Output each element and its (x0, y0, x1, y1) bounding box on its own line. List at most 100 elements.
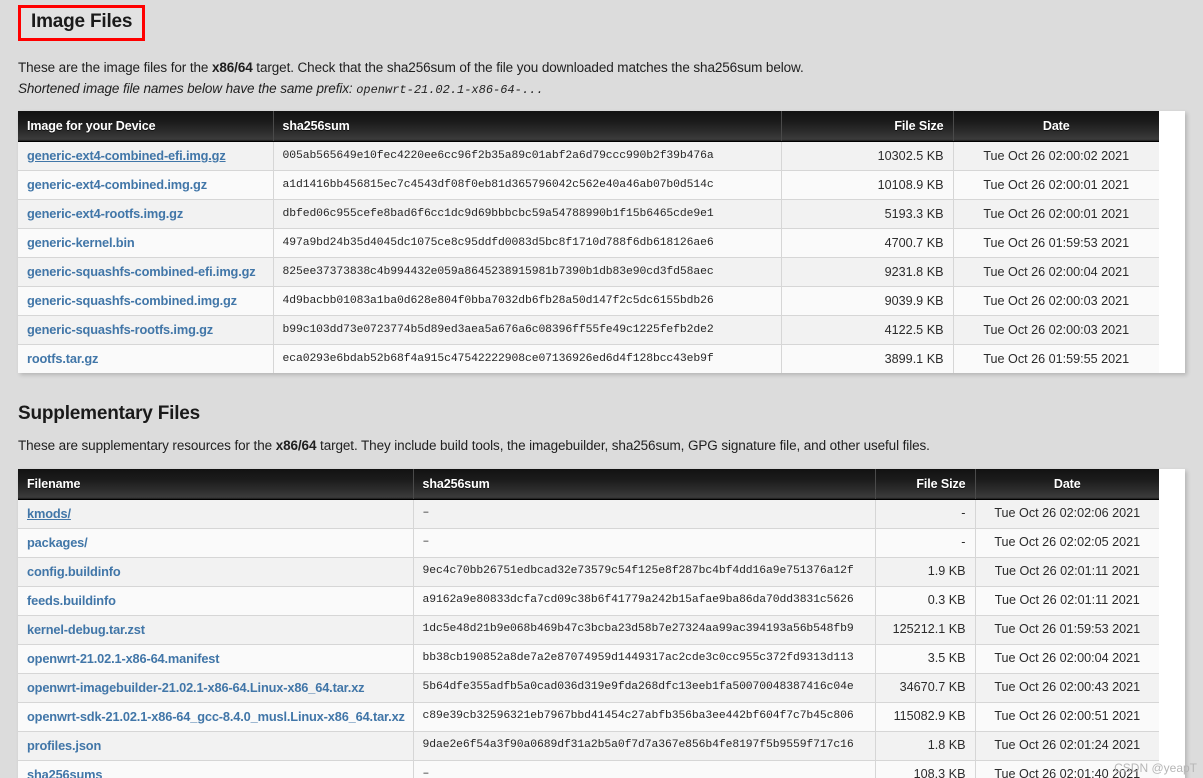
cell-filename: generic-ext4-rootfs.img.gz (18, 199, 274, 230)
cell-date: Tue Oct 26 02:00:04 2021 (975, 644, 1159, 674)
cell-date: Tue Oct 26 02:01:24 2021 (975, 731, 1159, 761)
cell-date: Tue Oct 26 02:00:43 2021 (975, 673, 1159, 703)
cell-sha256: bb38cb190852a8de7a2e87074959d1449317ac2c… (413, 644, 876, 674)
col-header-device-image[interactable]: Image for your Device (18, 111, 274, 143)
file-link[interactable]: generic-squashfs-combined.img.gz (27, 293, 237, 308)
image-files-prefix-note: Shortened image file names below have th… (18, 79, 1185, 99)
image-files-table-body: generic-ext4-combined-efi.img.gz 005ab56… (18, 141, 1159, 374)
col-header-file-size[interactable]: File Size (875, 468, 976, 500)
cell-sha256: b99c103dd73e0723774b5d89ed3aea5a676a6c08… (273, 315, 782, 346)
cell-filesize: 5193.3 KB (781, 199, 954, 230)
intro-target-name: x86/64 (275, 438, 317, 454)
note-prefix-mono: openwrt-21.02.1-x86-64-... (356, 82, 544, 97)
file-link[interactable]: config.buildinfo (27, 564, 121, 579)
file-link[interactable]: generic-squashfs-rootfs.img.gz (27, 322, 213, 337)
cell-date: Tue Oct 26 02:02:06 2021 (975, 499, 1159, 529)
cell-filesize: 108.3 KB (875, 760, 976, 778)
file-link[interactable]: generic-ext4-rootfs.img.gz (27, 206, 183, 221)
supplementary-files-title: Supplementary Files (18, 403, 201, 425)
cell-filename: rootfs.tar.gz (18, 344, 274, 374)
cell-date: Tue Oct 26 02:01:11 2021 (975, 586, 1159, 616)
cell-filename: generic-squashfs-rootfs.img.gz (18, 315, 274, 346)
cell-filesize: - (875, 499, 976, 529)
cell-sha256: 497a9bd24b35d4045dc1075ce8c95ddfd0083d5b… (273, 228, 782, 259)
cell-sha256: – (413, 528, 876, 558)
cell-filesize: 3.5 KB (875, 644, 976, 674)
cell-filesize: 1.8 KB (875, 731, 976, 761)
cell-filesize: 34670.7 KB (875, 673, 976, 703)
file-link[interactable]: kmods/ (27, 506, 71, 521)
cell-filesize: 115082.9 KB (875, 702, 976, 732)
col-header-sha256sum[interactable]: sha256sum (273, 111, 782, 143)
file-link[interactable]: generic-kernel.bin (27, 235, 135, 250)
cell-filesize: 125212.1 KB (875, 615, 976, 645)
cell-filesize: 10108.9 KB (781, 170, 954, 201)
cell-filesize: 9039.9 KB (781, 286, 954, 317)
cell-filename: config.buildinfo (18, 557, 414, 587)
table-row: generic-squashfs-combined-efi.img.gz 825… (18, 257, 1159, 288)
cell-sha256: 9ec4c70bb26751edbcad32e73579c54f125e8f28… (413, 557, 876, 587)
file-link[interactable]: packages/ (27, 535, 88, 550)
table-header-row: Filename sha256sum File Size Date (18, 468, 1159, 500)
cell-sha256: 9dae2e6f54a3f90a0689df31a2b5a0f7d7a367e8… (413, 731, 876, 761)
file-link[interactable]: openwrt-21.02.1-x86-64.manifest (27, 651, 220, 666)
page-title: Image Files (18, 5, 146, 41)
note-text: Shortened image file names below have th… (18, 80, 357, 96)
cell-sha256: 4d9bacbb01083a1ba0d628e804f0bba7032db6fb… (273, 286, 782, 317)
cell-filesize: 1.9 KB (875, 557, 976, 587)
cell-sha256: 1dc5e48d21b9e068b469b47c3bcba23d58b7e273… (413, 615, 876, 645)
file-link[interactable]: generic-ext4-combined-efi.img.gz (27, 148, 226, 163)
cell-sha256: a9162a9e80833dcfa7cd09c38b6f41779a242b15… (413, 586, 876, 616)
table-row: feeds.buildinfo a9162a9e80833dcfa7cd09c3… (18, 586, 1159, 616)
table-row: generic-kernel.bin 497a9bd24b35d4045dc10… (18, 228, 1159, 259)
cell-sha256: – (413, 499, 876, 529)
cell-filesize: 3899.1 KB (781, 344, 954, 374)
cell-filename: generic-squashfs-combined-efi.img.gz (18, 257, 274, 288)
cell-date: Tue Oct 26 02:00:51 2021 (975, 702, 1159, 732)
image-files-heading-wrap: Image Files (18, 0, 1185, 47)
cell-sha256: 5b64dfe355adfb5a0cad036d319e9fda268dfc13… (413, 673, 876, 703)
table-row: packages/ – - Tue Oct 26 02:02:05 2021 (18, 528, 1159, 558)
cell-filesize: 10302.5 KB (781, 141, 954, 172)
cell-date: Tue Oct 26 02:00:04 2021 (953, 257, 1159, 288)
cell-date: Tue Oct 26 02:00:02 2021 (953, 141, 1159, 172)
table-row: sha256sums – 108.3 KB Tue Oct 26 02:01:4… (18, 760, 1159, 778)
file-link[interactable]: profiles.json (27, 738, 101, 753)
col-header-filename[interactable]: Filename (18, 468, 414, 500)
cell-filename: kernel-debug.tar.zst (18, 615, 414, 645)
cell-date: Tue Oct 26 01:59:55 2021 (953, 344, 1159, 374)
cell-filename: generic-squashfs-combined.img.gz (18, 286, 274, 317)
table-row: rootfs.tar.gz eca0293e6bdab52b68f4a915c4… (18, 344, 1159, 374)
intro-prefix-text: These are supplementary resources for th… (18, 438, 276, 454)
intro-suffix-text: target. Check that the sha256sum of the … (252, 59, 804, 75)
file-link[interactable]: openwrt-imagebuilder-21.02.1-x86-64.Linu… (27, 680, 365, 695)
table-row: config.buildinfo 9ec4c70bb26751edbcad32e… (18, 557, 1159, 587)
file-link[interactable]: generic-ext4-combined.img.gz (27, 177, 207, 192)
cell-sha256: a1d1416bb456815ec7c4543df08f0eb81d365796… (273, 170, 782, 201)
cell-filename: profiles.json (18, 731, 414, 761)
col-header-date[interactable]: Date (953, 111, 1159, 143)
file-link[interactable]: kernel-debug.tar.zst (27, 622, 145, 637)
cell-filename: sha256sums (18, 760, 414, 778)
file-link[interactable]: rootfs.tar.gz (27, 351, 98, 366)
table-header-row: Image for your Device sha256sum File Siz… (18, 111, 1159, 143)
col-header-file-size[interactable]: File Size (781, 111, 954, 143)
col-header-sha256sum[interactable]: sha256sum (413, 468, 876, 500)
file-link[interactable]: generic-squashfs-combined-efi.img.gz (27, 264, 256, 279)
cell-date: Tue Oct 26 02:01:40 2021 (975, 760, 1159, 778)
cell-sha256: 825ee37373838c4b994432e059a8645238915981… (273, 257, 782, 288)
cell-filesize: 4122.5 KB (781, 315, 954, 346)
file-link[interactable]: sha256sums (27, 767, 102, 778)
intro-suffix-text: target. They include build tools, the im… (316, 438, 930, 454)
file-link[interactable]: feeds.buildinfo (27, 593, 116, 608)
cell-sha256: c89e39cb32596321eb7967bbd41454c27abfb356… (413, 702, 876, 732)
table-row: openwrt-imagebuilder-21.02.1-x86-64.Linu… (18, 673, 1159, 703)
file-link[interactable]: openwrt-sdk-21.02.1-x86-64_gcc-8.4.0_mus… (27, 709, 405, 724)
table-row: generic-ext4-rootfs.img.gz dbfed06c955ce… (18, 199, 1159, 230)
table-row: generic-ext4-combined.img.gz a1d1416bb45… (18, 170, 1159, 201)
col-header-date[interactable]: Date (975, 468, 1159, 500)
image-files-table-wrap: Image for your Device sha256sum File Siz… (18, 111, 1185, 374)
cell-filename: packages/ (18, 528, 414, 558)
table-row: openwrt-sdk-21.02.1-x86-64_gcc-8.4.0_mus… (18, 702, 1159, 732)
intro-target-name: x86/64 (211, 59, 253, 75)
